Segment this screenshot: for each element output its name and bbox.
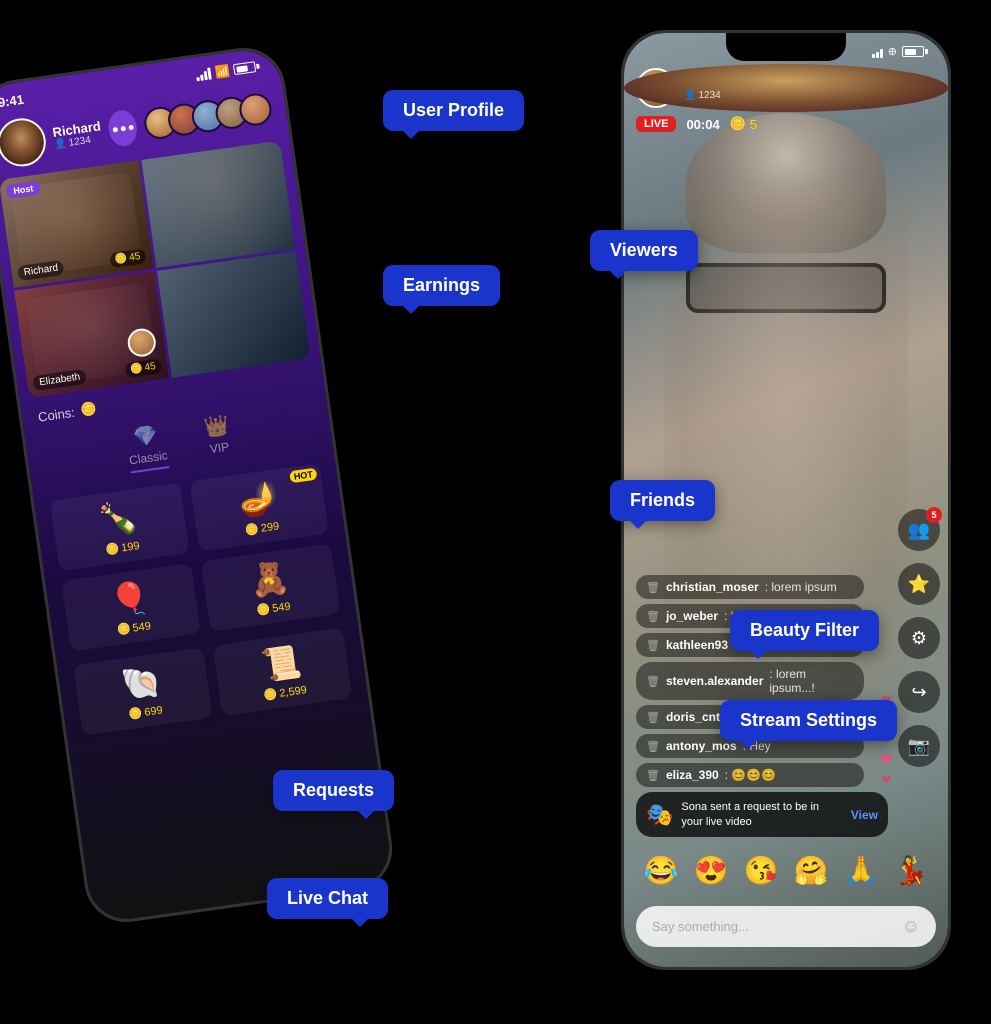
chat-msg-7: 🗑 eliza_390 : 😊😊😊 [636, 763, 864, 787]
gift-item-299[interactable]: 🪔 HOT 🪙299 [190, 463, 330, 552]
chat-text-4: : lorem ipsum...! [769, 667, 854, 695]
pb-host-info: Richard 👤 1234 [52, 118, 104, 150]
pf-request-view-button[interactable]: View [851, 808, 878, 822]
pf-status-icons: ⊕ [872, 45, 928, 58]
pf-battery-icon [902, 46, 928, 57]
pf-wifi-icon: ⊕ [888, 45, 897, 58]
chat-msg-1: 🗑 christian_moser : lorem ipsum [636, 575, 864, 599]
signal-icon [195, 67, 212, 81]
bubble-viewers: Viewers [590, 230, 698, 271]
bubble-earnings: Earnings [383, 265, 500, 306]
pf-live-time: 00:04 [686, 117, 719, 132]
emoji-dance[interactable]: 💃 [894, 854, 929, 887]
pf-top-bar: Elizabeth 👤 1234 ✕ [624, 64, 948, 112]
chat-sender-7: eliza_390 [666, 768, 719, 782]
people-icon: 👥 [908, 520, 930, 541]
pb-host-video: Host Richard 🪙45 [0, 160, 153, 287]
pf-beauty-button[interactable]: ⭐ [898, 563, 940, 605]
trash-icon-2: 🗑 [646, 610, 660, 623]
pf-user-avatar[interactable] [636, 68, 676, 108]
star-icon: ⭐ [908, 574, 930, 595]
pb-video-grid: Host Richard 🪙45 Elizabeth 🪙45 [0, 140, 311, 397]
pb-time: 9:41 [0, 92, 25, 110]
trash-icon-3: 🗑 [646, 639, 660, 652]
trash-icon-5: 🗑 [646, 711, 660, 724]
bubble-stream-settings: Stream Settings [720, 700, 897, 741]
bubble-beauty-filter: Beauty Filter [730, 610, 879, 651]
pb-tab-classic[interactable]: 💎 Classic [125, 421, 171, 479]
pb-secondary-video [141, 140, 295, 267]
pf-coin-icon: 🪙 [730, 116, 746, 132]
pf-right-controls: 👥 5 ⭐ ⚙ ↪ 📷 [898, 509, 940, 767]
bubble-requests: Requests [273, 770, 394, 811]
chat-sender-2: jo_weber [666, 609, 718, 623]
chat-sender-4: steven.alexander [666, 674, 763, 688]
pf-user-sub: 👤 1234 [684, 90, 741, 101]
dots-icon [112, 124, 133, 132]
pb-fourth-video [156, 251, 310, 378]
add-person-icon: 👤 [54, 138, 68, 151]
pf-chat-area: 🗑 christian_moser : lorem ipsum 🗑 jo_web… [624, 575, 888, 787]
crown-icon: 👑 [202, 412, 230, 440]
pb-coins-label: Coins: [37, 404, 76, 424]
pf-smiley-icon[interactable]: ☺ [902, 916, 920, 937]
pf-request-text: Sona sent a request to be in your live v… [681, 800, 842, 829]
trash-icon-6: 🗑 [646, 740, 660, 753]
pf-input-bar: Say something... ☺ [636, 906, 936, 947]
pb-tab-vip[interactable]: 👑 VIP [202, 412, 234, 468]
emoji-hug[interactable]: 🤗 [794, 854, 829, 887]
wifi-icon: 📶 [214, 63, 231, 79]
chat-msg-4: 🗑 steven.alexander : lorem ipsum...! [636, 662, 864, 700]
chat-text-7: : 😊😊😊 [725, 768, 777, 782]
coins-icon: 🪙 [79, 401, 97, 419]
trash-icon-7: 🗑 [646, 769, 660, 782]
gear-icon: ⚙ [911, 628, 927, 649]
chat-text-1: : lorem ipsum [765, 580, 837, 594]
pb-dots-button[interactable] [107, 108, 139, 147]
pf-request-banner: 🎭 Sona sent a request to be in your live… [636, 792, 888, 837]
pf-coin-count: 🪙 5 [730, 116, 757, 132]
bubble-live-chat: Live Chat [267, 878, 388, 919]
emoji-laugh[interactable]: 😂 [644, 854, 679, 887]
camera-icon: 📷 [908, 736, 930, 757]
chat-sender-6: antony_mos [666, 739, 737, 753]
pf-live-badge: LIVE [636, 116, 676, 132]
chat-sender-1: christian_moser [666, 580, 759, 594]
gift-item-balloon[interactable]: 🎈 🪙549 [61, 563, 201, 652]
gift-item-bottle[interactable]: 🍾 🪙199 [50, 483, 190, 572]
emoji-kiss[interactable]: 😘 [744, 854, 779, 887]
pb-status-icons: 📶 [195, 59, 260, 82]
pb-viewer-avatars [142, 91, 273, 141]
pf-friends-button[interactable]: 👥 5 [898, 509, 940, 551]
pf-emoji-bar: 😂 😍 😘 🤗 🙏 💃 [636, 854, 936, 887]
pb-tertiary-video: Elizabeth 🪙45 [14, 271, 168, 398]
pf-friends-badge: 5 [926, 507, 942, 523]
bubble-friends: Friends [610, 480, 715, 521]
diamond-icon: 💎 [125, 421, 167, 451]
gift-item-scroll[interactable]: 📜 🪙2,599 [213, 627, 353, 716]
chat-sender-3: kathleen93 [666, 638, 728, 652]
share-icon: ↪ [911, 682, 926, 703]
pf-person-icon: 👤 [684, 90, 696, 101]
trash-icon-1: 🗑 [646, 581, 660, 594]
pf-camera-button[interactable]: 📷 [898, 725, 940, 767]
emoji-heart-eyes[interactable]: 😍 [694, 854, 729, 887]
pf-live-row: LIVE 00:04 🪙 5 [624, 112, 948, 136]
trash-icon-4: 🗑 [646, 675, 660, 688]
gift-item-bear[interactable]: 🧸 🪙549 [201, 543, 341, 632]
pf-signal-icon [872, 46, 883, 58]
pf-notch [726, 33, 846, 61]
pf-input-placeholder[interactable]: Say something... [652, 919, 749, 934]
request-mask-icon: 🎭 [646, 802, 673, 828]
pf-share-button[interactable]: ↪ [898, 671, 940, 713]
bubble-user-profile: User Profile [383, 90, 524, 131]
battery-icon [233, 61, 260, 76]
pb-host-avatar [0, 115, 49, 169]
emoji-pray[interactable]: 🙏 [844, 854, 879, 887]
gift-item-shell[interactable]: 🐚 🪙699 [73, 647, 213, 736]
pf-settings-button[interactable]: ⚙ [898, 617, 940, 659]
